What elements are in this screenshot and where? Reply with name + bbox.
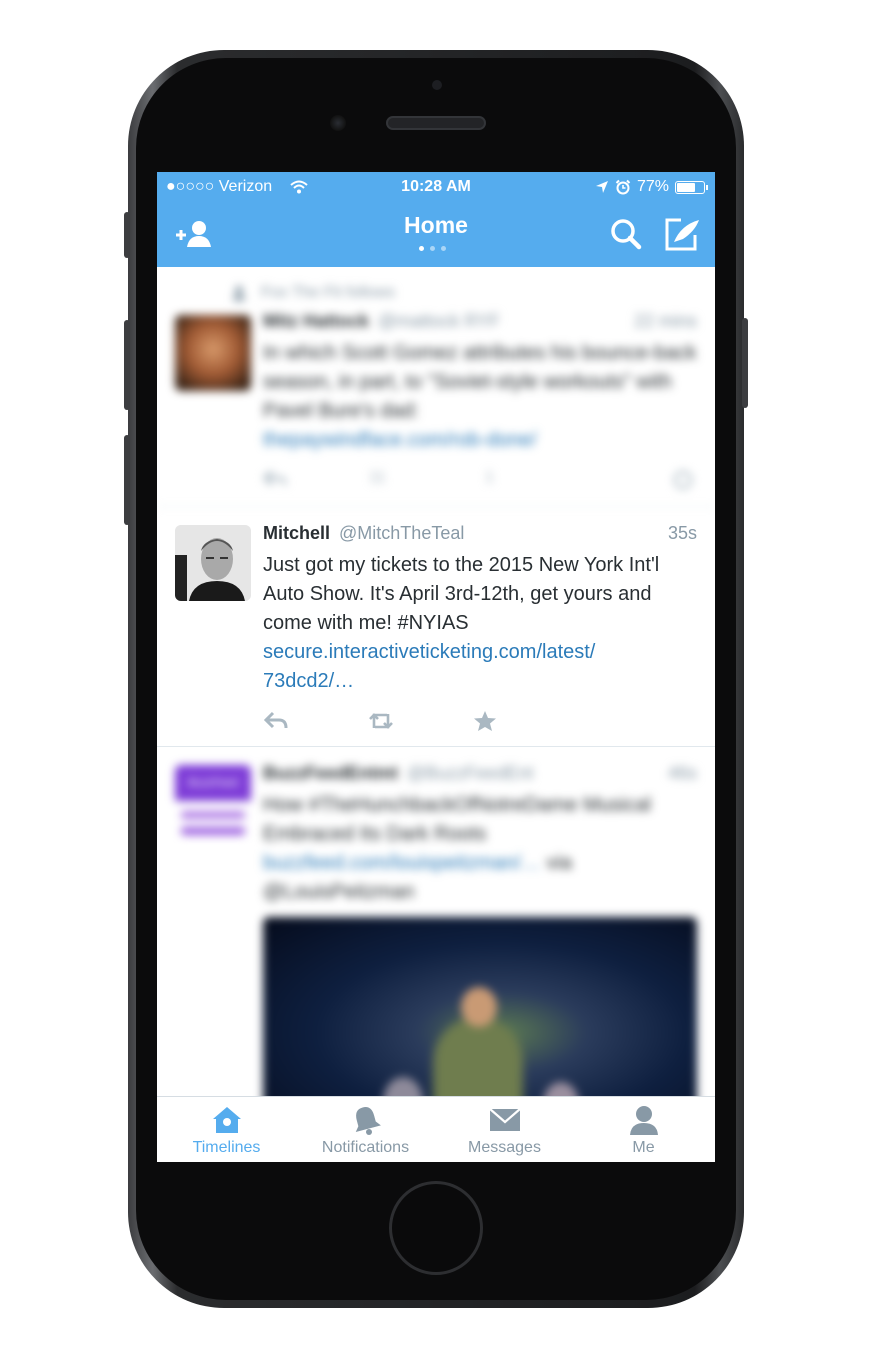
tweet-header: Mitchell @MitchTheTeal 35s [263,523,697,549]
user-handle[interactable]: @BuzzFeedEnt [407,763,533,783]
tweet-header: BuzzFeedEntmt @BuzzFeedEnt 46s [263,763,697,789]
tab-label: Timelines [192,1139,261,1156]
tweet-body: Just got my tickets to the 2015 New York… [263,554,660,634]
favorite-count: 1 [485,469,494,486]
power-button [742,318,748,408]
tweet-body: In which Scott Gomez attributes his boun… [263,342,697,422]
earpiece-speaker [386,116,486,130]
tweet-time: 22 mins [633,311,697,331]
tweet-actions: 11 1 [263,469,697,499]
search-icon[interactable] [607,217,647,251]
tweet-text: In which Scott Gomez attributes his boun… [263,339,697,455]
media-figure-head [461,987,497,1027]
media-figure [383,1077,423,1097]
tweet-link[interactable]: buzzfeed.com/louispeitzman/… [263,852,541,874]
bell-icon [355,1107,381,1135]
battery-icon [675,180,708,194]
avatar[interactable] [175,315,251,391]
tweet-item[interactable]: BuzzFeed BuzzFeedEntmt @BuzzFeedEnt 46s … [157,747,715,1097]
envelope-icon [488,1108,521,1131]
tab-me[interactable]: Me [574,1097,713,1162]
tweet-item[interactable]: Fox The Fit follows Mitz Hattock @mattoc… [157,267,715,507]
tab-notifications[interactable]: Notifications [296,1097,435,1162]
user-handle[interactable]: @mattock RYF [378,311,500,331]
status-right: 77% [595,178,708,196]
retweet-icon[interactable] [367,710,395,732]
avatar-bar [181,827,245,835]
tab-label: Notifications [321,1139,410,1156]
retweet-count: 11 [369,469,386,486]
battery-level [677,182,695,192]
tweet-link-line-1[interactable]: secure.interactiveticketing.com/latest/ [263,638,697,667]
tweet-time: 35s [667,523,697,543]
page-dot [419,246,424,251]
tweet-link-line-2[interactable]: 73dcd2/… [263,667,697,696]
tab-bar: Timelines Notifications Messages Me [157,1096,715,1162]
tab-label: Me [632,1139,655,1156]
tweet-text: How #TheHunchbackOfNotreDame Musical Emb… [263,791,697,907]
timeline[interactable]: Fox The Fit follows Mitz Hattock @mattoc… [157,267,715,1097]
tweet-mention[interactable]: @LouisPeitzman [263,878,697,907]
avatar-photo [175,525,251,601]
user-name[interactable]: Mitchell [263,523,330,543]
tab-messages[interactable]: Messages [435,1097,574,1162]
media-figure [543,1082,579,1097]
tweet-body: How #TheHunchbackOfNotreDame Musical Emb… [263,794,651,845]
page-dot [441,246,446,251]
app-screen: ●○○○○ Verizon 10:28 AM 77% Home Fox The … [157,172,715,1162]
tweet-item[interactable]: Mitchell @MitchTheTeal 35s Just got my t… [157,507,715,747]
volume-down-button [124,435,130,525]
battery-percent: 77% [636,178,669,195]
compose-icon[interactable] [663,217,703,251]
person-icon [629,1106,658,1135]
tweet-media[interactable] [263,917,697,1097]
front-camera [330,115,346,131]
tweet-text: Just got my tickets to the 2015 New York… [263,551,697,696]
status-bar: ●○○○○ Verizon 10:28 AM 77% [157,172,715,202]
user-name[interactable]: BuzzFeedEntmt [263,763,398,783]
tab-timelines[interactable]: Timelines [157,1097,296,1162]
page-dot [430,246,435,251]
tweet-content: Mitchell @MitchTheTeal 35s Just got my t… [263,523,697,740]
avatar-bar [181,811,245,819]
tab-label: Messages [468,1139,541,1156]
tweet-via: via [546,852,573,874]
tweet-time: 46s [667,763,697,783]
user-name[interactable]: Mitz Hattock [263,311,369,331]
tweet-content: BuzzFeedEntmt @BuzzFeedEnt 46s How #TheH… [263,763,697,907]
mute-switch [124,212,130,258]
volume-up-button [124,320,130,410]
navigation-bar: Home [157,202,715,267]
reply-icon[interactable] [263,469,287,489]
avatar[interactable]: BuzzFeed [175,765,251,841]
reply-icon[interactable] [263,710,289,732]
tweet-content: Mitz Hattock @mattock RYF 22 mins In whi… [263,311,697,499]
home-icon [212,1107,241,1133]
page-indicator [419,246,446,251]
favorite-icon[interactable] [473,710,497,732]
location-arrow-icon [595,181,608,193]
avatar-logo-text: BuzzFeed [175,765,251,801]
tweet-header: Mitz Hattock @mattock RYF 22 mins [263,311,697,337]
media-figure [433,1017,523,1097]
tweet-actions [263,710,697,740]
tweet-context: Fox The Fit follows [261,284,395,301]
home-button[interactable] [389,1181,483,1275]
user-handle[interactable]: @MitchTheTeal [339,523,464,543]
more-icon[interactable] [671,469,695,491]
alarm-icon [615,179,631,195]
avatar[interactable] [175,525,251,601]
follow-context-icon [233,286,245,301]
tweet-link[interactable]: thepaywindface.com/rob-done/ [263,426,697,455]
proximity-sensor [432,80,442,90]
